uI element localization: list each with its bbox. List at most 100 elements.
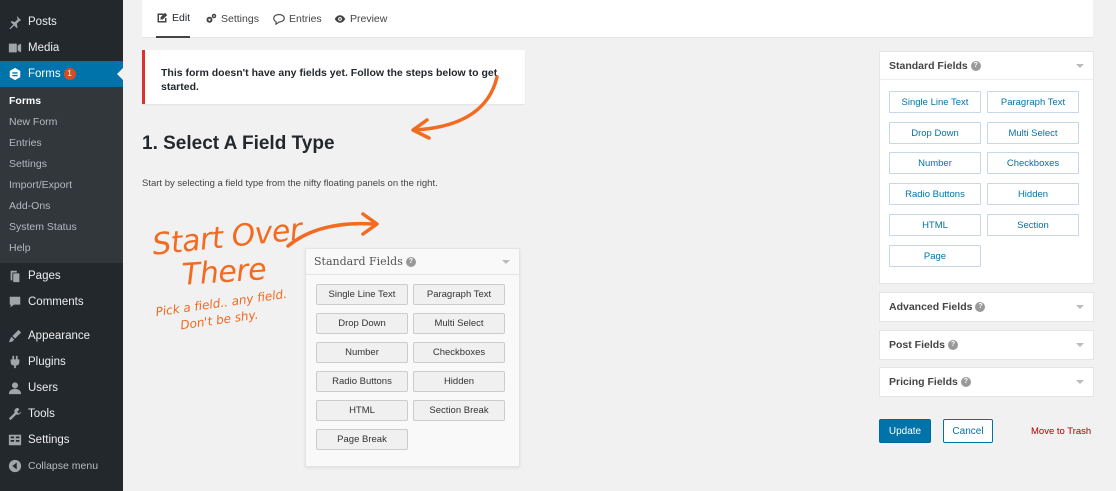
menu-users[interactable]: Users	[0, 375, 123, 401]
post-fields-header[interactable]: Post Fields ?	[880, 331, 1093, 359]
field-button-page[interactable]: Page	[889, 245, 981, 267]
pricing-fields-panel[interactable]: Pricing Fields ?	[879, 367, 1094, 397]
illustration-btn: Multi Select	[413, 313, 505, 334]
submenu-system-status[interactable]: System Status	[0, 217, 123, 238]
menu-media[interactable]: Media	[0, 35, 123, 61]
plugins-icon	[8, 355, 22, 369]
field-button-paragraph-text[interactable]: Paragraph Text	[987, 91, 1079, 113]
tab-entries-label: Entries	[289, 13, 322, 25]
settings-icon	[8, 433, 22, 447]
menu-tools[interactable]: Tools	[0, 401, 123, 427]
caret-down-icon	[1076, 305, 1084, 309]
submenu-add-ons[interactable]: Add-Ons	[0, 196, 123, 217]
advanced-fields-title: Advanced Fields	[889, 301, 973, 313]
menu-forms[interactable]: Forms 1	[0, 61, 123, 87]
field-button-drop-down[interactable]: Drop Down	[889, 122, 981, 144]
caret-down-icon	[1076, 380, 1084, 384]
field-button-multi-select[interactable]: Multi Select	[987, 122, 1079, 144]
media-icon	[8, 41, 22, 55]
submenu-entries[interactable]: Entries	[0, 133, 123, 154]
pin-icon	[8, 15, 22, 29]
pages-icon	[8, 269, 22, 283]
post-fields-panel[interactable]: Post Fields ?	[879, 330, 1094, 360]
caret-down-icon	[502, 260, 510, 264]
illustration-btn: Radio Buttons	[316, 371, 408, 392]
help-icon[interactable]: ?	[975, 302, 986, 312]
menu-settings[interactable]: Settings	[0, 427, 123, 453]
gears-icon	[206, 13, 217, 23]
collapse-menu[interactable]: Collapse menu	[0, 453, 123, 479]
tab-preview-label: Preview	[350, 13, 388, 25]
illustration-btn: Section Break	[413, 400, 505, 421]
menu-media-label: Media	[28, 42, 60, 54]
submenu-settings[interactable]: Settings	[0, 154, 123, 175]
submenu-forms[interactable]: Forms	[0, 91, 123, 112]
illustration-arrow-icon	[286, 212, 379, 248]
tools-icon	[8, 407, 22, 421]
help-icon[interactable]: ?	[948, 340, 959, 350]
menu-appearance-label: Appearance	[28, 330, 91, 342]
comment-icon	[273, 13, 285, 25]
tab-entries[interactable]: Entries	[273, 0, 322, 38]
illustration-btn: Paragraph Text	[413, 284, 505, 305]
menu-comments[interactable]: Comments	[0, 289, 123, 315]
field-button-radio-buttons[interactable]: Radio Buttons	[889, 183, 981, 205]
submenu-new-form[interactable]: New Form	[0, 112, 123, 133]
field-button-number[interactable]: Number	[889, 152, 981, 174]
illustration-btn: Page Break	[316, 429, 408, 450]
forms-submenu: Forms New Form Entries Settings Import/E…	[0, 87, 123, 263]
move-to-trash-link[interactable]: Move to Trash	[1031, 426, 1091, 437]
advanced-fields-panel[interactable]: Advanced Fields ?	[879, 292, 1094, 322]
pricing-fields-title: Pricing Fields	[889, 376, 958, 388]
standard-fields-header[interactable]: Standard Fields ?	[880, 52, 1093, 80]
menu-users-label: Users	[28, 382, 59, 394]
tab-edit-label: Edit	[172, 12, 191, 24]
help-icon: ?	[405, 256, 416, 267]
caret-down-icon	[1076, 64, 1084, 68]
menu-forms-label: Forms	[28, 68, 61, 80]
menu-plugins[interactable]: Plugins	[0, 349, 123, 375]
standard-fields-panel: Standard Fields ? Single Line Text Parag…	[879, 51, 1094, 284]
field-button-section[interactable]: Section	[987, 214, 1079, 236]
field-button-checkboxes[interactable]: Checkboxes	[987, 152, 1079, 174]
menu-comments-label: Comments	[28, 296, 84, 308]
illustration-btn: Checkboxes	[413, 342, 505, 363]
help-icon[interactable]: ?	[970, 60, 981, 71]
comments-icon	[8, 295, 22, 309]
illustration-btn: HTML	[316, 400, 408, 421]
submenu-import-export[interactable]: Import/Export	[0, 175, 123, 196]
forms-count-badge: 1	[63, 68, 76, 80]
tab-settings[interactable]: Settings	[205, 0, 259, 38]
tab-settings-label: Settings	[221, 13, 259, 25]
field-button-html[interactable]: HTML	[889, 214, 981, 236]
advanced-fields-header[interactable]: Advanced Fields ?	[880, 293, 1093, 321]
tab-edit[interactable]: Edit	[156, 0, 191, 38]
illustration-panel: Standard Fields ? Single Line Text Parag…	[305, 248, 520, 467]
illustration-btn: Hidden	[413, 371, 505, 392]
page-heading: 1. Select A Field Type	[142, 133, 335, 154]
collapse-menu-label: Collapse menu	[28, 460, 99, 472]
field-button-hidden[interactable]: Hidden	[987, 183, 1079, 205]
help-text: Start by selecting a field type from the…	[142, 178, 438, 189]
illustration-panel-title: Standard Fields	[314, 255, 403, 268]
caret-down-icon	[1076, 343, 1084, 347]
menu-posts[interactable]: Posts	[0, 9, 123, 35]
help-icon[interactable]: ?	[960, 377, 971, 387]
menu-plugins-label: Plugins	[28, 356, 66, 368]
menu-appearance[interactable]: Appearance	[0, 323, 123, 349]
cancel-button[interactable]: Cancel	[943, 419, 993, 443]
menu-tools-label: Tools	[28, 408, 55, 420]
post-fields-title: Post Fields	[889, 339, 946, 351]
pricing-fields-header[interactable]: Pricing Fields ?	[880, 368, 1093, 396]
menu-settings-label: Settings	[28, 434, 70, 446]
menu-pages[interactable]: Pages	[0, 263, 123, 289]
update-button[interactable]: Update	[879, 419, 931, 443]
forms-icon	[8, 67, 22, 81]
tab-preview[interactable]: Preview	[334, 0, 387, 38]
illustration-btn: Single Line Text	[316, 284, 408, 305]
form-tabs-bar: Edit Settings Entries Preview	[142, 0, 1093, 38]
submenu-help[interactable]: Help	[0, 238, 123, 259]
field-button-single-line-text[interactable]: Single Line Text	[889, 91, 981, 113]
illustration-panel-header: Standard Fields ?	[306, 249, 519, 275]
menu-pages-label: Pages	[28, 270, 61, 282]
